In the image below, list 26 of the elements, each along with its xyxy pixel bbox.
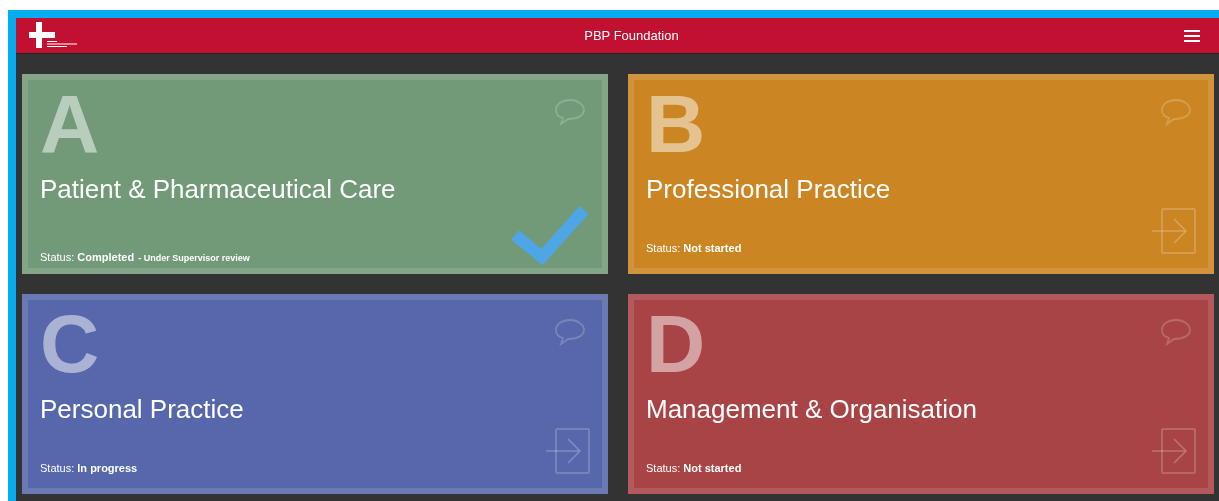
menu-icon[interactable] [1184, 29, 1200, 42]
section-title: Patient & Pharmaceutical Care [40, 174, 397, 205]
logo-icon[interactable] [29, 21, 79, 50]
enter-icon[interactable] [1152, 428, 1196, 474]
speech-bubble-icon[interactable] [1160, 318, 1192, 346]
speech-bubble-icon[interactable] [1160, 98, 1192, 126]
section-title: Professional Practice [646, 174, 892, 205]
status-text: Status: Completed - Under Supervisor review [40, 251, 250, 263]
status-text: Status: Not started [646, 462, 742, 474]
section-card[interactable]: C Personal Practice Status: In progress [22, 294, 608, 494]
status-text: Status: Not started [646, 242, 742, 254]
enter-icon[interactable] [1152, 208, 1196, 254]
status-text: Status: In progress [40, 462, 138, 474]
section-title: Personal Practice [40, 394, 245, 425]
section-letter: D [646, 308, 706, 380]
section-card[interactable]: B Professional Practice Status: Not started [628, 74, 1214, 274]
section-letter: C [40, 308, 100, 380]
enter-icon[interactable] [546, 428, 590, 474]
section-title: Management & Organisation [646, 394, 978, 425]
section-letter: B [646, 88, 706, 160]
section-card[interactable]: A Patient & Pharmaceutical Care Status: Completed - Under Supervisor review [22, 74, 608, 274]
app-title: PBP Foundation [584, 28, 679, 43]
section-letter: A [40, 88, 100, 160]
speech-bubble-icon[interactable] [554, 98, 586, 126]
section-card[interactable]: D Management & Organisation Status: Not started [628, 294, 1214, 494]
speech-bubble-icon[interactable] [554, 318, 586, 346]
